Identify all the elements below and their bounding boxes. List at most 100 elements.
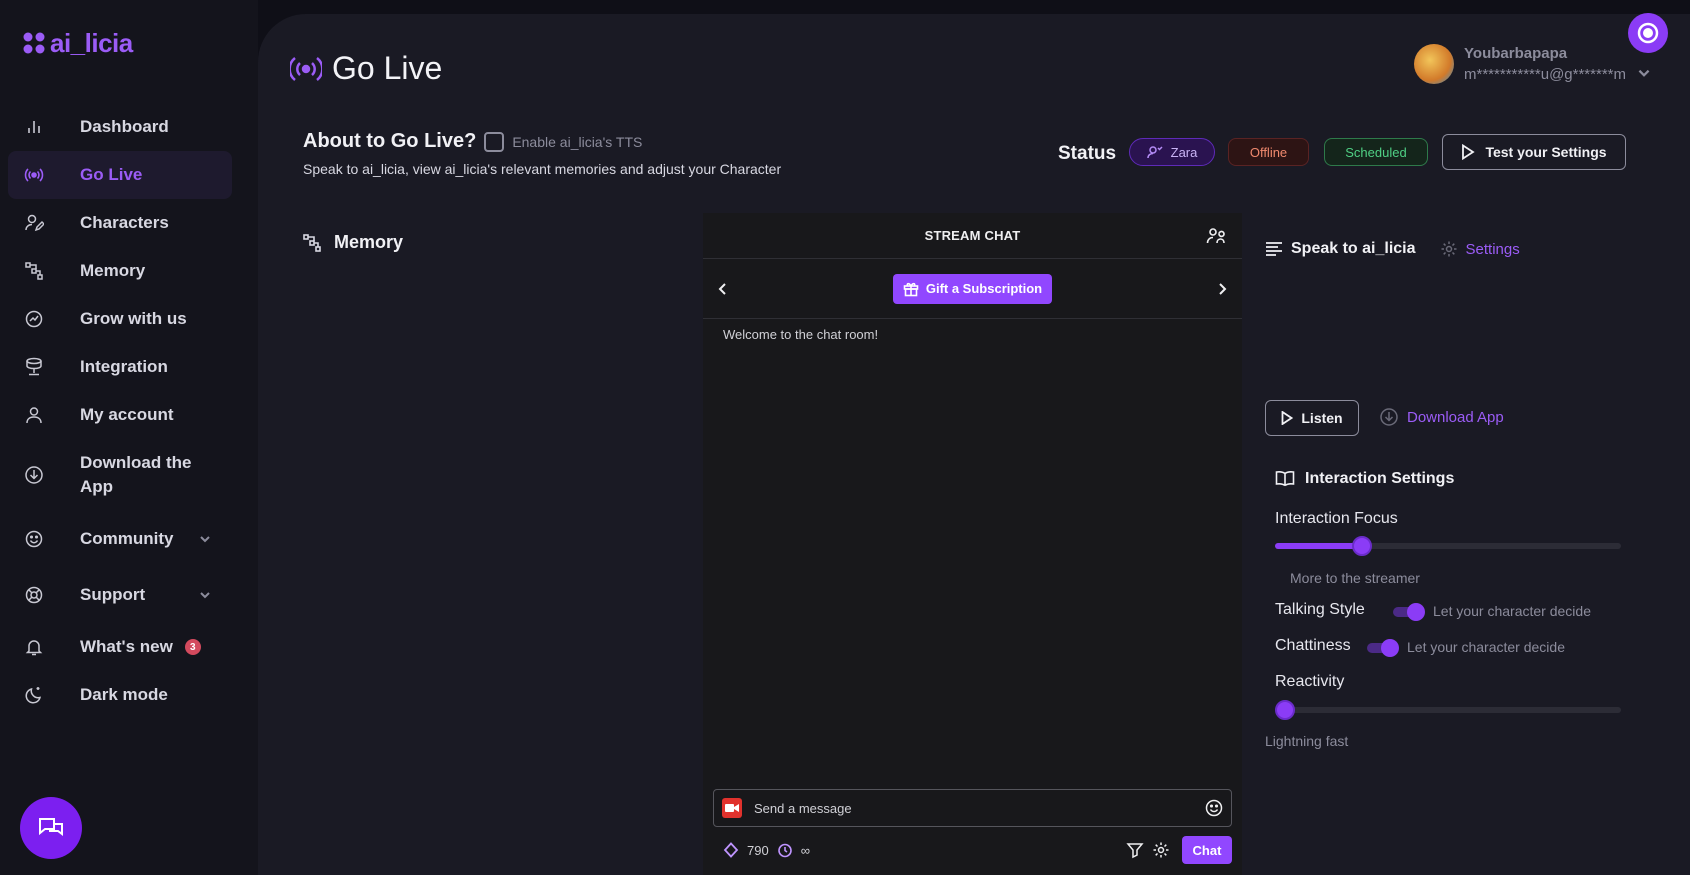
broadcast-icon	[290, 56, 322, 81]
about-section: About to Go Live? Enable ai_licia's TTS …	[303, 130, 781, 177]
reactivity-slider[interactable]	[1275, 700, 1621, 720]
bar-chart-icon	[24, 117, 44, 137]
channel-points-icon	[723, 842, 739, 858]
sidebar-item-memory[interactable]: Memory	[8, 247, 232, 295]
notification-badge: 3	[184, 639, 201, 655]
sidebar-item-characters[interactable]: Characters	[8, 199, 232, 247]
tts-label: Enable ai_licia's TTS	[512, 133, 643, 150]
slider-fill	[1275, 543, 1362, 549]
page-title-text: Go Live	[332, 50, 443, 86]
talking-style-toggle[interactable]	[1393, 603, 1425, 621]
chat-title: STREAM CHAT	[924, 228, 1021, 243]
camera-icon[interactable]	[722, 798, 742, 818]
interaction-focus-hint: More to the streamer	[1290, 570, 1420, 586]
sidebar-item-label: Dark mode	[80, 685, 168, 704]
support-chat-button[interactable]	[20, 797, 82, 859]
logo-icon	[23, 32, 45, 54]
sidebar-item-label: What's new	[80, 637, 173, 656]
listen-button[interactable]: Listen	[1265, 400, 1359, 436]
sidebar-nav: Dashboard Go Live Characters Memory Grow…	[8, 103, 232, 719]
sidebar-item-dark-mode[interactable]: Dark mode	[8, 671, 232, 719]
sidebar-item-my-account[interactable]: My account	[8, 391, 232, 439]
talking-style-label: Talking Style	[1275, 601, 1365, 618]
speak-header: Speak to ai_licia Settings	[1265, 240, 1520, 258]
emoji-icon[interactable]	[1205, 799, 1223, 817]
sidebar-item-download-app[interactable]: Download the App	[8, 439, 232, 511]
gift-icon	[903, 282, 919, 296]
smile-icon	[24, 529, 44, 549]
chat-message-input[interactable]: Send a message	[713, 789, 1232, 827]
growth-icon	[24, 309, 44, 329]
talking-style-hint: Let your character decide	[1433, 603, 1591, 619]
sidebar-item-whats-new[interactable]: What's new 3	[8, 623, 232, 671]
leaderboard-icon[interactable]	[1126, 841, 1144, 859]
user-icon	[24, 405, 44, 425]
status-label: Status	[1058, 143, 1117, 164]
chat-send-button[interactable]: Chat	[1182, 836, 1232, 864]
chat-header: STREAM CHAT	[703, 213, 1242, 259]
about-title: About to Go Live?	[303, 130, 477, 152]
timer-icon	[777, 843, 792, 858]
record-icon	[1637, 22, 1659, 44]
bell-icon	[24, 637, 44, 657]
community-users-icon[interactable]	[1206, 226, 1226, 246]
sidebar-item-dashboard[interactable]: Dashboard	[8, 103, 232, 151]
sidebar-item-grow[interactable]: Grow with us	[8, 295, 232, 343]
logo-text: ai_licia	[50, 27, 133, 58]
sidebar-item-label: Dashboard	[80, 117, 169, 136]
gear-icon[interactable]	[1152, 841, 1170, 859]
record-button[interactable]	[1628, 13, 1668, 53]
speak-title: Speak to ai_licia	[1291, 240, 1416, 257]
channel-points-count: 790	[747, 842, 769, 858]
sidebar-item-community[interactable]: Community	[8, 511, 232, 567]
sidebar-item-integration[interactable]: Integration	[8, 343, 232, 391]
gift-subscription-button[interactable]: Gift a Subscription	[892, 273, 1053, 304]
chevron-down-icon	[1638, 69, 1650, 77]
download-app-link[interactable]: Download App	[1379, 407, 1504, 427]
sidebar-item-label: Support	[80, 585, 146, 604]
page-title: Go Live	[290, 50, 442, 87]
sidebar-item-go-live[interactable]: Go Live	[8, 151, 232, 199]
timer-value: ∞	[800, 842, 810, 858]
chevron-down-icon	[200, 592, 210, 599]
download-icon	[24, 465, 44, 485]
speak-panel: Speak to ai_licia Settings Listen Downlo…	[1265, 0, 1625, 875]
character-chip[interactable]: Zara	[1129, 138, 1215, 166]
sidebar-item-label: Go Live	[80, 165, 143, 184]
chevron-left-icon[interactable]	[715, 281, 731, 297]
sidebar-item-label: Download the App	[80, 453, 192, 496]
slider-knob[interactable]	[1275, 700, 1295, 720]
sidebar-item-support[interactable]: Support	[8, 567, 232, 623]
chat-input-placeholder: Send a message	[754, 800, 852, 816]
book-open-icon	[1275, 471, 1295, 487]
slider-knob[interactable]	[1351, 536, 1372, 556]
chat-welcome-message: Welcome to the chat room!	[723, 327, 879, 342]
sidebar-item-label: Grow with us	[80, 309, 187, 328]
interaction-settings-title: Interaction Settings	[1275, 470, 1454, 488]
memory-icon	[24, 261, 44, 281]
chat-footer: 790 ∞ Chat	[703, 835, 1242, 865]
sidebar-item-label: Memory	[80, 261, 146, 280]
reactivity-label: Reactivity	[1275, 673, 1345, 690]
sidebar-item-label: Integration	[80, 357, 168, 376]
character-icon	[1146, 146, 1163, 159]
database-icon	[24, 357, 44, 377]
interaction-focus-slider[interactable]	[1275, 536, 1621, 556]
settings-link[interactable]: Settings	[1440, 240, 1520, 258]
lifebuoy-icon	[24, 585, 44, 605]
sidebar-item-label: Characters	[80, 213, 169, 232]
text-lines-icon	[1266, 242, 1282, 256]
stream-chat-panel: STREAM CHAT Gift a Subscription Welcome …	[703, 213, 1242, 875]
chevron-right-icon[interactable]	[1214, 281, 1230, 297]
app-logo[interactable]: ai_licia	[22, 28, 133, 58]
tts-checkbox[interactable]	[484, 131, 505, 152]
play-icon	[1281, 411, 1294, 425]
chattiness-toggle[interactable]	[1367, 639, 1399, 657]
sidebar-item-label: My account	[80, 405, 174, 424]
reactivity-hint: Lightning fast	[1265, 733, 1349, 749]
sidebar-item-label: Community	[80, 529, 174, 548]
chattiness-label: Chattiness	[1275, 637, 1351, 654]
broadcast-icon	[24, 165, 44, 185]
gear-icon	[1441, 241, 1457, 257]
about-description: Speak to ai_licia, view ai_licia's relev…	[303, 161, 782, 177]
